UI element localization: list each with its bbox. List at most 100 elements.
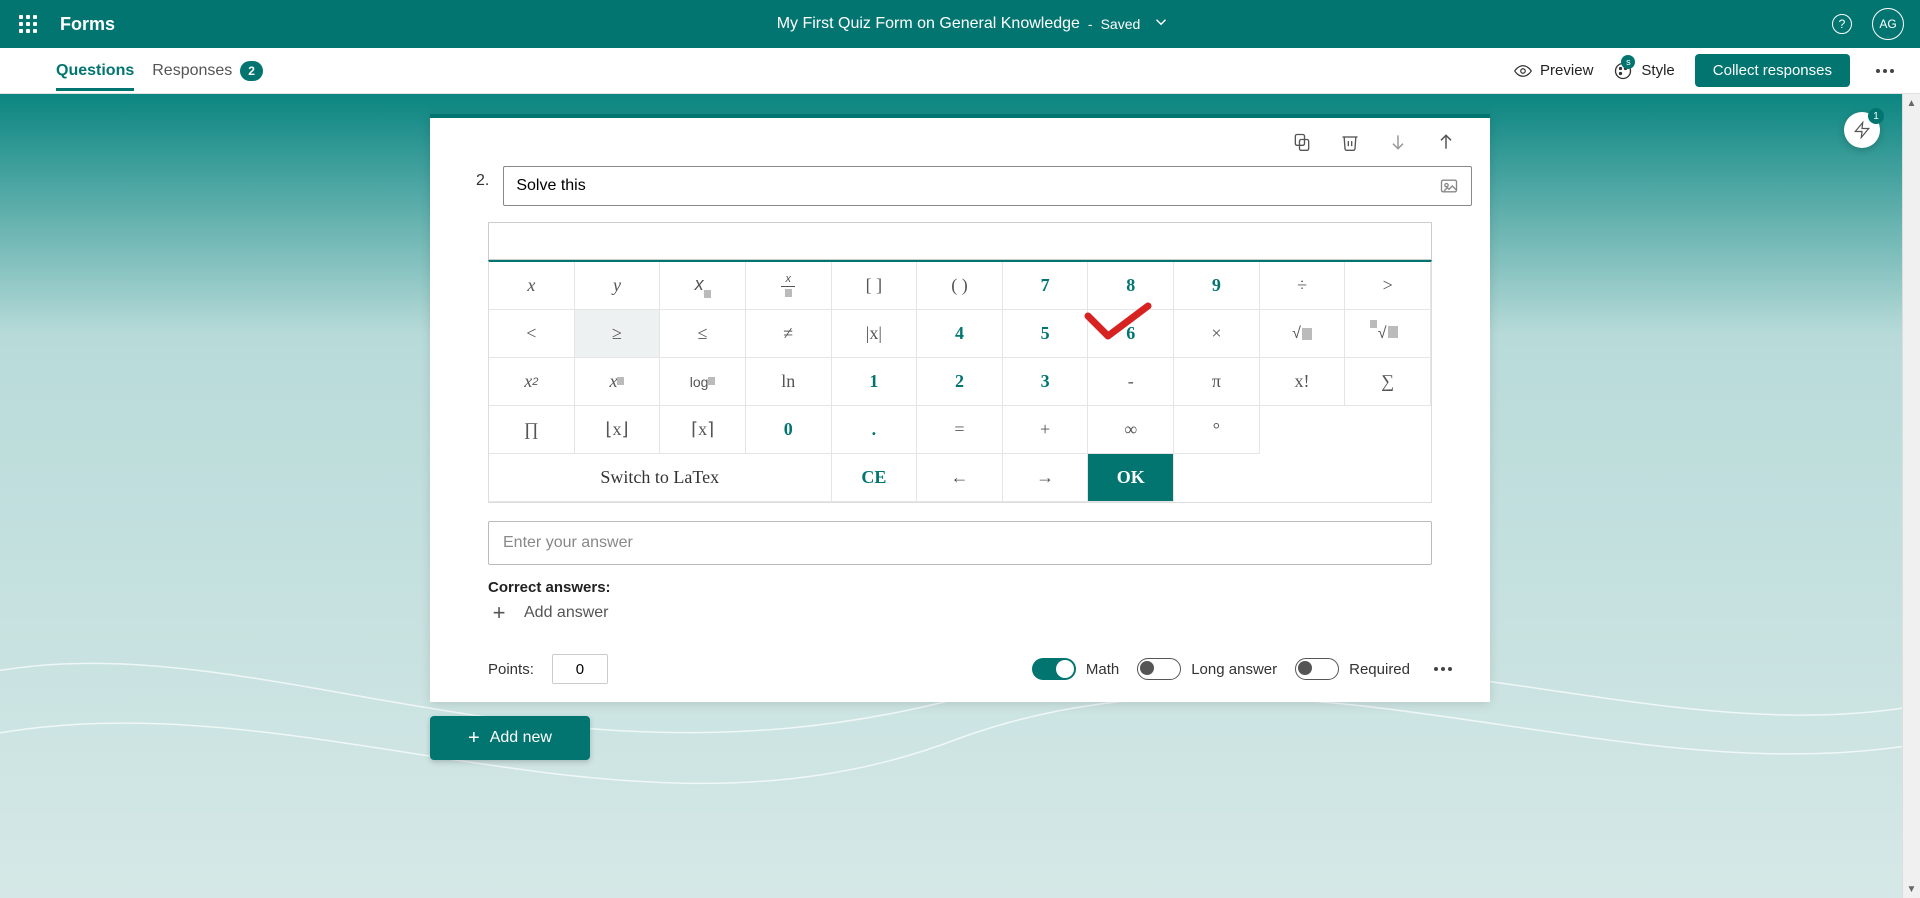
delete-icon[interactable] — [1340, 132, 1360, 152]
long-answer-toggle-wrap: Long answer — [1137, 658, 1277, 680]
key-sqrt[interactable]: √ — [1260, 310, 1346, 358]
responses-count-badge: 2 — [240, 61, 263, 81]
move-up-icon[interactable] — [1436, 132, 1456, 152]
question-more-icon[interactable] — [1428, 661, 1458, 677]
answer-input[interactable]: Enter your answer — [488, 521, 1432, 565]
scrollbar[interactable]: ▲ ▼ — [1902, 94, 1920, 898]
key-floor[interactable]: ⌊x⌋ — [575, 406, 661, 454]
math-toggle[interactable] — [1032, 658, 1076, 680]
style-button[interactable]: s Style — [1613, 61, 1674, 81]
copy-icon[interactable] — [1292, 132, 1312, 152]
key-neq[interactable]: ≠ — [746, 310, 832, 358]
key-ln[interactable]: ln — [746, 358, 832, 406]
key-x[interactable]: x — [489, 262, 575, 310]
long-answer-toggle-label: Long answer — [1191, 661, 1277, 678]
key-5[interactable]: 5 — [1003, 310, 1089, 358]
move-down-icon[interactable] — [1388, 132, 1408, 152]
preview-button[interactable]: Preview — [1514, 62, 1593, 80]
key-left-arrow[interactable]: ← — [917, 454, 1003, 502]
key-factorial[interactable]: x! — [1260, 358, 1346, 406]
lightning-icon — [1853, 121, 1871, 139]
saved-status: Saved — [1101, 16, 1141, 32]
key-gte[interactable]: ≥ — [575, 310, 661, 358]
eye-icon — [1514, 62, 1532, 80]
key-degree[interactable]: ° — [1174, 406, 1260, 454]
toolbar: Questions Responses 2 Preview s Style Co… — [0, 48, 1920, 94]
key-gt[interactable]: > — [1345, 262, 1431, 310]
key-7[interactable]: 7 — [1003, 262, 1089, 310]
answer-placeholder: Enter your answer — [503, 534, 633, 552]
key-8[interactable]: 8 — [1088, 262, 1174, 310]
key-nroot[interactable]: √ — [1345, 310, 1431, 358]
key-right-arrow[interactable]: → — [1003, 454, 1089, 502]
key-2[interactable]: 2 — [917, 358, 1003, 406]
question-card: 2. Solve this x y x x [ ] ( ) 7 8 — [430, 114, 1490, 702]
key-abs[interactable]: |x| — [832, 310, 918, 358]
question-row: 2. Solve this — [430, 158, 1490, 218]
points-input[interactable]: 0 — [552, 654, 608, 684]
key-ce[interactable]: CE — [832, 454, 918, 502]
question-text-input[interactable]: Solve this — [503, 166, 1472, 206]
key-lt[interactable]: < — [489, 310, 575, 358]
key-infinity[interactable]: ∞ — [1088, 406, 1174, 454]
collect-responses-button[interactable]: Collect responses — [1695, 54, 1850, 87]
key-dot[interactable]: . — [832, 406, 918, 454]
key-ok[interactable]: OK — [1088, 454, 1174, 502]
add-answer-button[interactable]: + Add answer — [488, 602, 609, 624]
required-toggle[interactable] — [1295, 658, 1339, 680]
style-label: Style — [1641, 62, 1674, 79]
app-launcher-icon[interactable] — [12, 8, 44, 40]
switch-to-latex-button[interactable]: Switch to LaTex — [489, 454, 832, 502]
insights-button[interactable]: 1 — [1844, 112, 1880, 148]
key-6[interactable]: 6 — [1088, 310, 1174, 358]
key-pi[interactable]: π — [1174, 358, 1260, 406]
key-brackets[interactable]: [ ] — [832, 262, 918, 310]
key-subscript[interactable]: x — [660, 262, 746, 310]
long-answer-toggle[interactable] — [1137, 658, 1181, 680]
key-9[interactable]: 9 — [1174, 262, 1260, 310]
plus-icon: + — [468, 727, 480, 750]
key-ceil[interactable]: ⌈x⌉ — [660, 406, 746, 454]
key-sum[interactable]: ∑ — [1345, 358, 1431, 406]
math-toggle-wrap: Math — [1032, 658, 1119, 680]
scroll-down-icon[interactable]: ▼ — [1903, 880, 1920, 898]
key-1[interactable]: 1 — [832, 358, 918, 406]
key-y[interactable]: y — [575, 262, 661, 310]
add-new-button[interactable]: + Add new — [430, 716, 590, 760]
key-fraction[interactable]: x — [746, 262, 832, 310]
equation-display[interactable] — [488, 222, 1432, 260]
key-3[interactable]: 3 — [1003, 358, 1089, 406]
key-power[interactable]: x — [575, 358, 661, 406]
key-divide[interactable]: ÷ — [1260, 262, 1346, 310]
card-footer: Points: 0 Math Long answer Required — [430, 642, 1490, 702]
required-toggle-label: Required — [1349, 661, 1410, 678]
app-name[interactable]: Forms — [60, 14, 115, 35]
key-equals[interactable]: = — [917, 406, 1003, 454]
correct-answers-label: Correct answers: — [488, 579, 1432, 596]
key-4[interactable]: 4 — [917, 310, 1003, 358]
preview-label: Preview — [1540, 62, 1593, 79]
form-title[interactable]: My First Quiz Form on General Knowledge — [777, 15, 1080, 33]
tab-questions[interactable]: Questions — [56, 52, 134, 90]
points-value: 0 — [576, 661, 584, 678]
add-answer-label: Add answer — [524, 604, 609, 622]
key-plus[interactable]: + — [1003, 406, 1089, 454]
key-square[interactable]: x2 — [489, 358, 575, 406]
avatar[interactable]: AG — [1872, 8, 1904, 40]
canvas: ▲ ▼ 1 2. Solve this — [0, 94, 1920, 898]
scroll-up-icon[interactable]: ▲ — [1903, 94, 1920, 112]
more-icon[interactable] — [1870, 63, 1900, 79]
key-0[interactable]: 0 — [746, 406, 832, 454]
key-log[interactable]: log — [660, 358, 746, 406]
tab-responses-wrap[interactable]: Responses 2 — [152, 52, 263, 90]
key-lte[interactable]: ≤ — [660, 310, 746, 358]
insert-media-icon[interactable] — [1439, 176, 1459, 196]
help-icon[interactable]: ? — [1832, 14, 1852, 34]
key-minus[interactable]: - — [1088, 358, 1174, 406]
chevron-down-icon[interactable] — [1152, 13, 1170, 36]
plus-icon: + — [488, 602, 510, 624]
key-product[interactable]: ∏ — [489, 406, 575, 454]
help-glyph: ? — [1839, 17, 1846, 31]
key-parens[interactable]: ( ) — [917, 262, 1003, 310]
key-multiply[interactable]: × — [1174, 310, 1260, 358]
